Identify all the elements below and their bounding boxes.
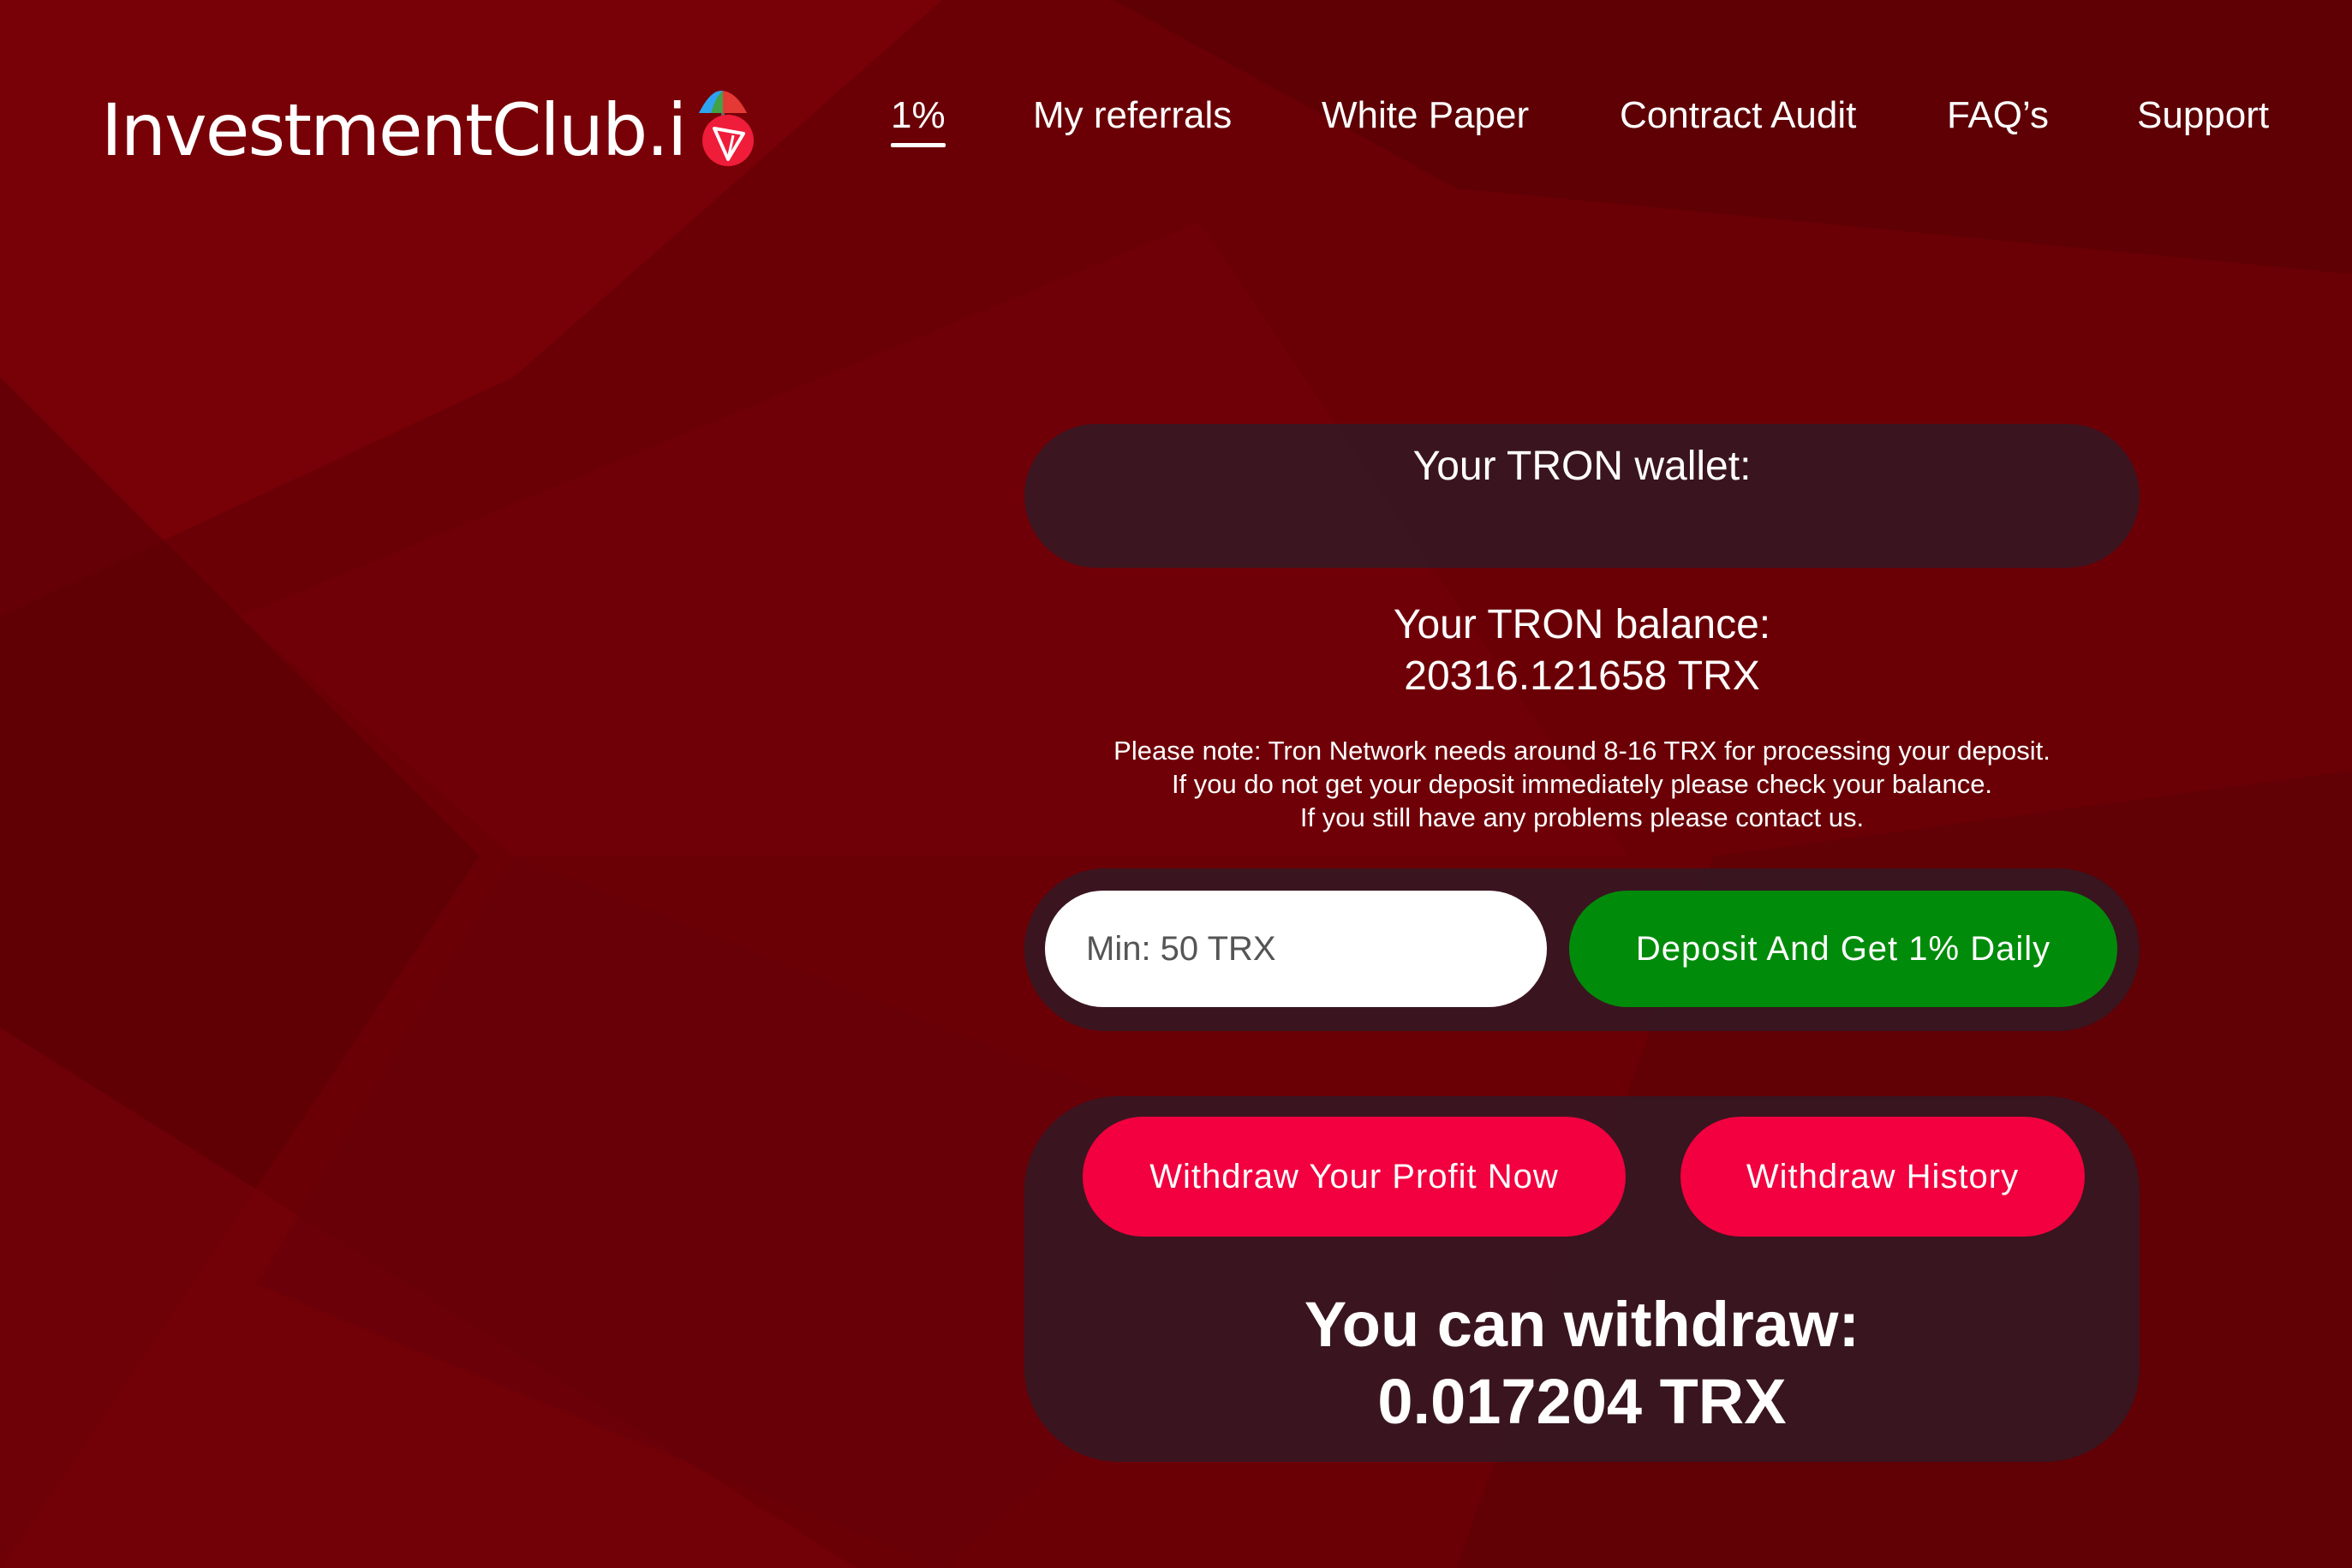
logo-mark [673, 79, 767, 182]
withdraw-profit-button[interactable]: Withdraw Your Profit Now [1083, 1117, 1626, 1237]
balance-label: Your TRON balance: [1393, 602, 1771, 647]
withdrawable-label: You can withdraw: [1304, 1289, 1860, 1360]
withdraw-panel: Withdraw Your Profit Now Withdraw Histor… [1024, 1096, 2140, 1462]
nav-item-white-paper[interactable]: White Paper [1322, 94, 1529, 137]
nav-item-1-percent[interactable]: 1% [891, 94, 946, 147]
note-line-3: If you still have any problems please co… [1299, 802, 1865, 832]
deposit-panel: Deposit And Get 1% Daily [1024, 868, 2140, 1031]
note-line-2: If you do not get your deposit immediate… [1171, 769, 1993, 799]
nav-item-support[interactable]: Support [2137, 94, 2269, 137]
wallet-panel: Your TRON wallet: [1024, 424, 2140, 568]
nav-item-faqs[interactable]: FAQ’s [1947, 94, 2049, 137]
tron-logo-icon [702, 115, 755, 166]
wallet-label: Your TRON wallet: [1412, 444, 1752, 489]
withdraw-history-button[interactable]: Withdraw History [1680, 1117, 2085, 1237]
site-logo[interactable]: InvestmentClub.i [101, 79, 767, 182]
balance-block: Your TRON balance: 20316.121658 TRX [1024, 599, 2140, 702]
deposit-amount-input[interactable] [1045, 891, 1547, 1007]
nav-item-my-referrals[interactable]: My referrals [1033, 94, 1232, 137]
logo-text: InvestmentClub.i [101, 88, 687, 172]
withdrawable-value: 0.017204 TRX [1377, 1366, 1787, 1437]
withdrawable-amount: You can withdraw: 0.017204 TRX [1024, 1286, 2140, 1440]
nav-item-contract-audit[interactable]: Contract Audit [1620, 94, 1856, 137]
deposit-button[interactable]: Deposit And Get 1% Daily [1569, 891, 2117, 1007]
main-nav: 1% My referrals White Paper Contract Aud… [891, 94, 2352, 154]
deposit-note: Please note: Tron Network needs around 8… [1024, 734, 2140, 834]
note-line-1: Please note: Tron Network needs around 8… [1113, 736, 2051, 766]
balance-value: 20316.121658 TRX [1404, 653, 1760, 699]
